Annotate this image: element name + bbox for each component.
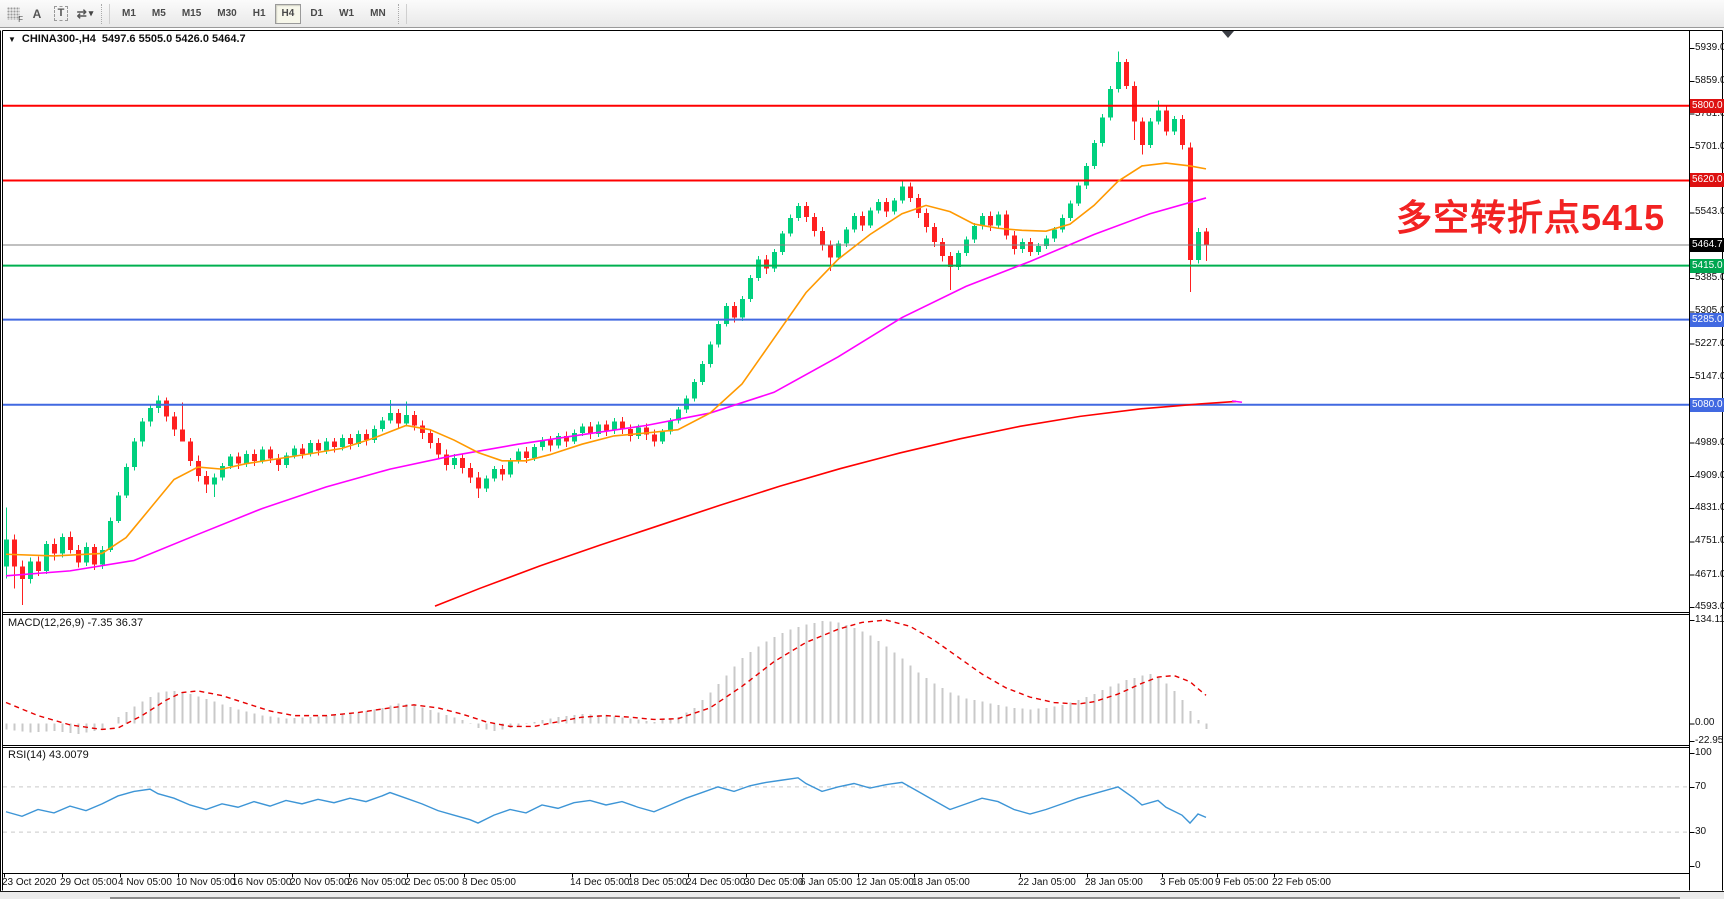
- price-axis[interactable]: [1690, 31, 1724, 890]
- main-chart-area[interactable]: [3, 31, 1689, 612]
- time-axis[interactable]: [3, 874, 1689, 890]
- rsi-panel-area[interactable]: [3, 748, 1689, 873]
- macd-panel-area[interactable]: [3, 615, 1689, 745]
- mt4-terminal: F A T ⇄ ▾ M1M5M15M30H1H4D1W1MN ▼ CHINA30…: [0, 0, 1724, 899]
